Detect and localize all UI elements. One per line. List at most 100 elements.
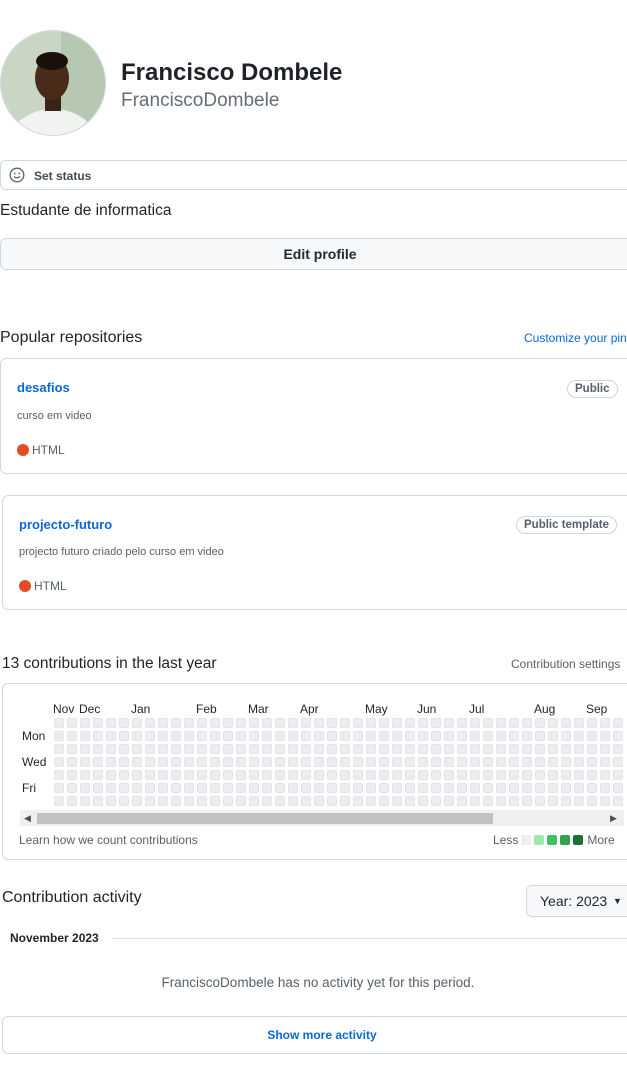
contribution-day-cell[interactable] xyxy=(392,757,402,767)
contribution-day-cell[interactable] xyxy=(106,783,116,793)
contribution-day-cell[interactable] xyxy=(561,744,571,754)
contribution-day-cell[interactable] xyxy=(561,718,571,728)
contribution-day-cell[interactable] xyxy=(535,718,545,728)
contribution-day-cell[interactable] xyxy=(236,783,246,793)
contribution-day-cell[interactable] xyxy=(483,757,493,767)
scrollbar-thumb[interactable] xyxy=(37,813,493,824)
contribution-day-cell[interactable] xyxy=(249,796,259,806)
contribution-day-cell[interactable] xyxy=(418,744,428,754)
contribution-day-cell[interactable] xyxy=(236,757,246,767)
contribution-day-cell[interactable] xyxy=(522,731,532,741)
contribution-day-cell[interactable] xyxy=(249,718,259,728)
contribution-day-cell[interactable] xyxy=(613,783,623,793)
contribution-day-cell[interactable] xyxy=(314,744,324,754)
contribution-day-cell[interactable] xyxy=(54,757,64,767)
contribution-day-cell[interactable] xyxy=(522,757,532,767)
contribution-day-cell[interactable] xyxy=(483,731,493,741)
contribution-day-cell[interactable] xyxy=(496,718,506,728)
contribution-day-cell[interactable] xyxy=(561,783,571,793)
contribution-day-cell[interactable] xyxy=(275,796,285,806)
contribution-day-cell[interactable] xyxy=(158,718,168,728)
contribution-day-cell[interactable] xyxy=(613,718,623,728)
contribution-day-cell[interactable] xyxy=(106,757,116,767)
set-status-button[interactable]: Set status xyxy=(0,160,627,190)
contribution-day-cell[interactable] xyxy=(548,744,558,754)
contribution-day-cell[interactable] xyxy=(340,783,350,793)
contribution-day-cell[interactable] xyxy=(54,783,64,793)
contribution-day-cell[interactable] xyxy=(548,718,558,728)
contribution-day-cell[interactable] xyxy=(80,731,90,741)
repo-name-link[interactable]: desafios xyxy=(17,380,70,395)
contribution-settings-dropdown[interactable]: Contribution settings xyxy=(511,657,620,671)
contribution-day-cell[interactable] xyxy=(158,731,168,741)
contribution-day-cell[interactable] xyxy=(405,796,415,806)
contribution-day-cell[interactable] xyxy=(535,731,545,741)
contribution-day-cell[interactable] xyxy=(301,718,311,728)
contribution-day-cell[interactable] xyxy=(418,770,428,780)
contribution-day-cell[interactable] xyxy=(353,783,363,793)
contribution-day-cell[interactable] xyxy=(444,718,454,728)
contribution-day-cell[interactable] xyxy=(444,731,454,741)
contribution-day-cell[interactable] xyxy=(288,783,298,793)
contribution-day-cell[interactable] xyxy=(509,783,519,793)
contribution-day-cell[interactable] xyxy=(522,718,532,728)
contribution-day-cell[interactable] xyxy=(561,770,571,780)
contribution-day-cell[interactable] xyxy=(535,757,545,767)
contribution-day-cell[interactable] xyxy=(327,796,337,806)
contribution-day-cell[interactable] xyxy=(483,796,493,806)
contribution-day-cell[interactable] xyxy=(275,770,285,780)
contribution-day-cell[interactable] xyxy=(587,731,597,741)
contribution-day-cell[interactable] xyxy=(366,783,376,793)
contribution-day-cell[interactable] xyxy=(301,770,311,780)
contribution-day-cell[interactable] xyxy=(392,783,402,793)
contribution-day-cell[interactable] xyxy=(496,783,506,793)
contribution-day-cell[interactable] xyxy=(405,757,415,767)
contribution-day-cell[interactable] xyxy=(483,770,493,780)
contribution-day-cell[interactable] xyxy=(366,744,376,754)
contribution-day-cell[interactable] xyxy=(93,770,103,780)
contribution-day-cell[interactable] xyxy=(548,757,558,767)
contribution-day-cell[interactable] xyxy=(223,757,233,767)
contribution-day-cell[interactable] xyxy=(275,757,285,767)
contribution-day-cell[interactable] xyxy=(275,783,285,793)
contribution-day-cell[interactable] xyxy=(93,731,103,741)
contribution-day-cell[interactable] xyxy=(431,796,441,806)
contribution-day-cell[interactable] xyxy=(509,796,519,806)
contribution-day-cell[interactable] xyxy=(184,744,194,754)
contribution-day-cell[interactable] xyxy=(145,796,155,806)
scroll-right-arrow[interactable]: ▶ xyxy=(610,813,617,823)
contribution-day-cell[interactable] xyxy=(405,770,415,780)
contribution-day-cell[interactable] xyxy=(93,718,103,728)
contribution-day-cell[interactable] xyxy=(275,718,285,728)
contribution-day-cell[interactable] xyxy=(119,770,129,780)
contribution-day-cell[interactable] xyxy=(184,796,194,806)
contribution-day-cell[interactable] xyxy=(262,731,272,741)
contribution-day-cell[interactable] xyxy=(405,718,415,728)
contribution-day-cell[interactable] xyxy=(457,796,467,806)
contribution-day-cell[interactable] xyxy=(457,770,467,780)
contribution-day-cell[interactable] xyxy=(158,744,168,754)
contribution-day-cell[interactable] xyxy=(54,718,64,728)
contribution-day-cell[interactable] xyxy=(535,770,545,780)
contribution-day-cell[interactable] xyxy=(431,783,441,793)
contribution-day-cell[interactable] xyxy=(470,718,480,728)
contribution-day-cell[interactable] xyxy=(340,757,350,767)
contribution-day-cell[interactable] xyxy=(496,770,506,780)
contribution-day-cell[interactable] xyxy=(509,770,519,780)
contribution-day-cell[interactable] xyxy=(444,770,454,780)
contribution-day-cell[interactable] xyxy=(223,770,233,780)
contribution-day-cell[interactable] xyxy=(470,757,480,767)
contribution-day-cell[interactable] xyxy=(93,744,103,754)
contribution-day-cell[interactable] xyxy=(54,731,64,741)
contribution-day-cell[interactable] xyxy=(262,757,272,767)
contribution-day-cell[interactable] xyxy=(327,770,337,780)
contribution-day-cell[interactable] xyxy=(470,744,480,754)
contribution-day-cell[interactable] xyxy=(574,796,584,806)
contribution-day-cell[interactable] xyxy=(444,796,454,806)
contribution-day-cell[interactable] xyxy=(249,731,259,741)
contribution-day-cell[interactable] xyxy=(418,796,428,806)
contribution-day-cell[interactable] xyxy=(119,744,129,754)
contribution-day-cell[interactable] xyxy=(210,770,220,780)
contribution-day-cell[interactable] xyxy=(145,757,155,767)
contribution-day-cell[interactable] xyxy=(236,718,246,728)
